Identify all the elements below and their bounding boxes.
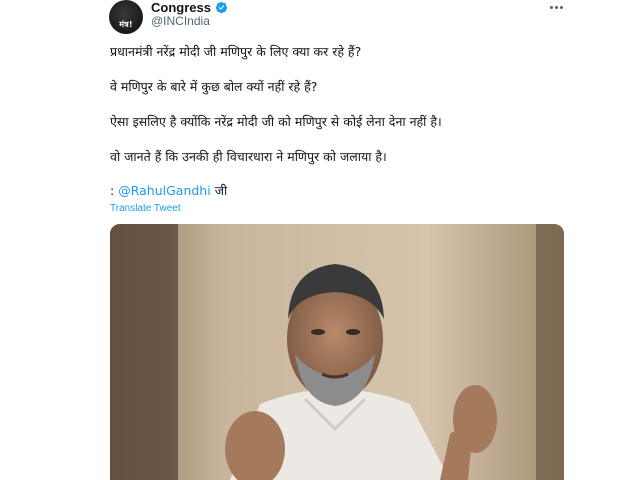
tweet-card: मंत्र! Congress @INCIndia प्रधानमंत्री न… [0, 0, 640, 480]
more-dot [554, 5, 558, 9]
mention-prefix: : [110, 183, 115, 198]
tweet-text-line: वो जानते हैं कि उनकी ही विचारधारा ने मणि… [110, 149, 387, 164]
avatar-badge-text: मंत्र! [119, 20, 133, 29]
name-row: Congress [151, 0, 228, 15]
account-handle[interactable]: @INCIndia [151, 14, 210, 28]
tweet-text-line: ऐसा इसलिए है क्योंकि नरेंद्र मोदी जी को … [110, 114, 442, 129]
video-frame-image [110, 224, 564, 480]
translate-tweet-link[interactable]: Translate Tweet [110, 203, 181, 214]
tweet-video-thumbnail[interactable] [110, 224, 564, 480]
mention-suffix: जी [214, 183, 228, 198]
more-dot [549, 5, 553, 9]
display-name[interactable]: Congress [151, 0, 211, 15]
tweet-text-line: प्रधानमंत्री नरेंद्र मोदी जी मणिपुर के ल… [110, 44, 362, 59]
more-dot [559, 5, 563, 9]
verified-badge-icon [215, 1, 228, 13]
mention-line: : @RahulGandhi जी [110, 183, 227, 199]
avatar[interactable]: मंत्र! [109, 0, 143, 34]
more-options-icon[interactable] [545, 0, 567, 14]
tweet-text-line: वे मणिपुर के बारे में कुछ बोल क्यों नहीं… [110, 79, 318, 94]
mention-link[interactable]: @RahulGandhi [118, 183, 211, 198]
